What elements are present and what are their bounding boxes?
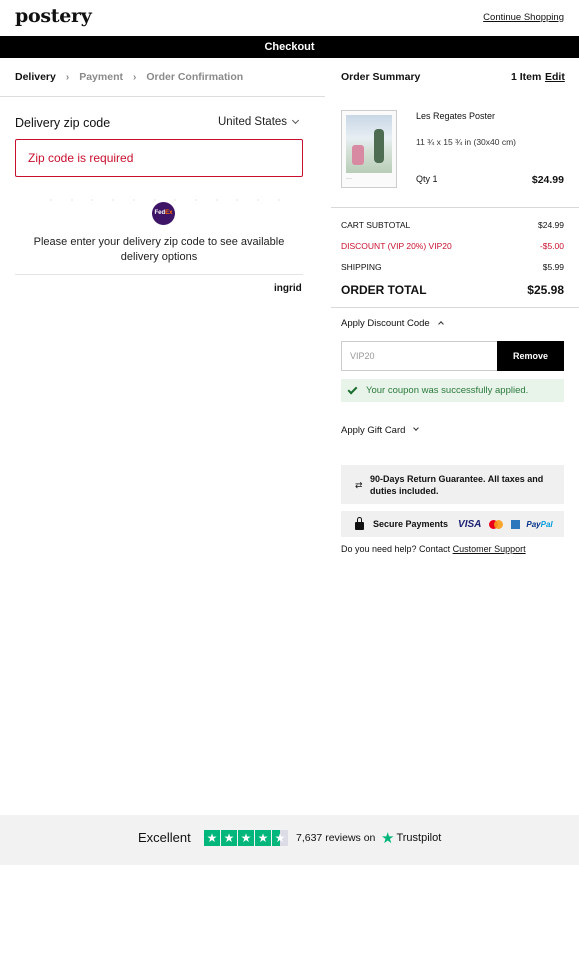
trustpilot-stars[interactable]: ★ ★ ★ ★ ★ <box>204 830 288 846</box>
star-icon: ★ <box>221 830 237 846</box>
order-summary-title: Order Summary <box>341 71 421 83</box>
chevron-right-icon: › <box>65 71 70 83</box>
exchange-arrows-icon: ⇄ <box>355 480 363 490</box>
amex-icon <box>511 519 521 529</box>
secure-payments-label: Secure Payments <box>373 519 449 529</box>
zip-code-input[interactable]: Zip code is required <box>15 139 303 177</box>
country-select[interactable]: United States <box>218 116 300 128</box>
ingrid-logo: ingrid <box>274 283 302 294</box>
shipping-row: SHIPPING $5.99 <box>341 262 564 272</box>
items-count: 1 Item <box>511 71 542 83</box>
chevron-right-icon: › <box>133 71 137 83</box>
fedex-icon: FedEx <box>152 202 175 225</box>
step-payment[interactable]: Payment <box>79 71 123 83</box>
product-thumbnail[interactable]: —— <box>341 110 397 188</box>
product-name: Les Regates Poster <box>416 111 496 121</box>
checkout-title: Checkout <box>0 36 579 58</box>
paypal-icon: PayPal <box>526 519 553 529</box>
poster-art <box>346 115 392 173</box>
remove-discount-button[interactable]: Remove <box>497 341 564 371</box>
product-size: 11 ¾ x 15 ¾ in (30x40 cm) <box>416 137 517 147</box>
apply-discount-toggle[interactable]: Apply Discount Code <box>341 318 444 329</box>
carrier-divider <box>50 199 280 201</box>
chevron-down-icon <box>292 116 300 125</box>
divider <box>15 274 303 275</box>
return-guarantee: ⇄ 90-Days Return Guarantee. All taxes an… <box>341 465 564 504</box>
mastercard-icon <box>489 519 504 529</box>
help-text: Do you need help? Contact Customer Suppo… <box>341 544 526 554</box>
star-icon: ★ <box>238 830 254 846</box>
shipping-value: $5.99 <box>542 262 564 272</box>
apply-gift-card-toggle[interactable]: Apply Gift Card <box>341 425 420 436</box>
cart-subtotal-value: $24.99 <box>538 220 564 230</box>
star-icon: ★ <box>204 830 220 846</box>
product-qty: Qty 1 <box>416 174 438 184</box>
top-bar: postery Continue Shopping <box>0 0 579 36</box>
order-total-label: ORDER TOTAL <box>341 283 427 297</box>
order-total-value: $25.98 <box>527 283 564 297</box>
divider <box>331 307 579 308</box>
half-star-icon: ★ <box>272 830 288 846</box>
country-value: United States <box>218 116 288 128</box>
lock-icon <box>355 517 364 530</box>
discount-value: -$5.00 <box>539 241 564 251</box>
visa-icon: VISA <box>458 518 482 530</box>
trustpilot-rating-word: Excellent <box>138 830 191 845</box>
star-icon: ★ <box>255 830 271 846</box>
discount-row: DISCOUNT (VIP 20%) VIP20 -$5.00 <box>341 241 564 251</box>
delivery-options-message: Please enter your delivery zip code to s… <box>33 236 285 263</box>
divider <box>0 96 325 97</box>
secure-payments: Secure Payments VISA PayPal <box>341 511 564 537</box>
cart-subtotal-label: CART SUBTOTAL <box>341 220 411 230</box>
chevron-down-icon <box>413 425 420 431</box>
trustpilot-reviews-count[interactable]: 7,637 reviews on <box>296 832 375 844</box>
customer-support-link[interactable]: Customer Support <box>453 544 526 554</box>
zip-code-label: Delivery zip code <box>15 116 111 130</box>
logo[interactable]: postery <box>15 5 92 27</box>
shipping-label: SHIPPING <box>341 262 382 272</box>
step-delivery[interactable]: Delivery <box>15 71 56 83</box>
trustpilot-star-icon: ★ <box>381 830 395 847</box>
step-order-confirmation[interactable]: Order Confirmation <box>146 71 243 83</box>
check-icon <box>347 384 358 395</box>
trustpilot-logo[interactable]: ★ Trustpilot <box>381 829 441 847</box>
cart-subtotal-row: CART SUBTOTAL $24.99 <box>341 220 564 230</box>
edit-cart-link[interactable]: Edit <box>545 71 565 83</box>
coupon-success-message: Your coupon was successfully applied. <box>341 379 564 402</box>
chevron-up-icon <box>437 321 444 327</box>
discount-label: DISCOUNT (VIP 20%) VIP20 <box>341 241 452 251</box>
poster-caption: —— <box>346 176 352 180</box>
breadcrumb: Delivery › Payment › Order Confirmation <box>15 71 243 83</box>
product-price: $24.99 <box>531 174 564 186</box>
continue-shopping-link[interactable]: Continue Shopping <box>483 12 564 23</box>
divider <box>331 207 579 208</box>
discount-code-input[interactable]: VIP20 <box>341 341 497 371</box>
order-total-row: ORDER TOTAL $25.98 <box>341 283 564 297</box>
trustpilot-band <box>0 815 579 865</box>
